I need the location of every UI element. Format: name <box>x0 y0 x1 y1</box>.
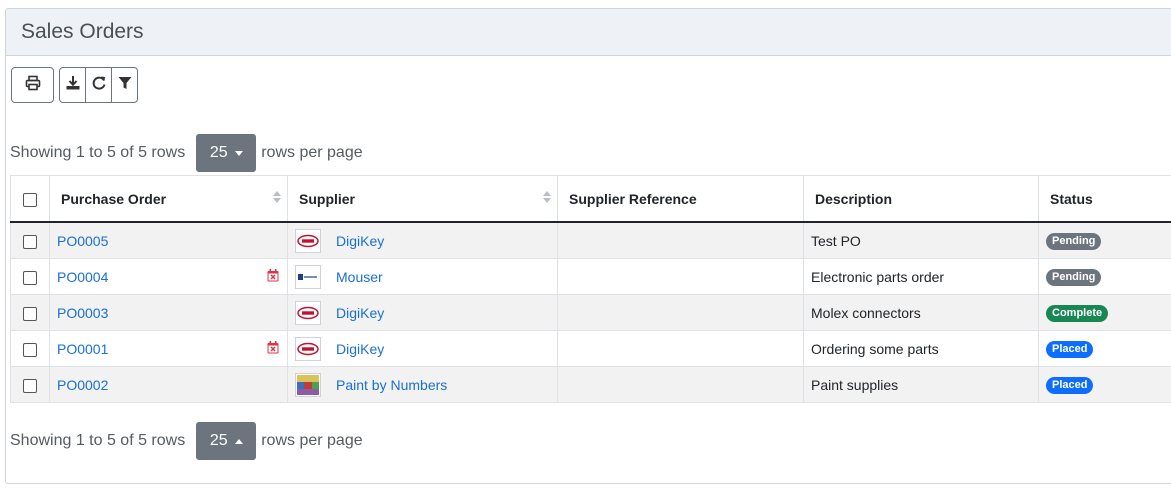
sort-icon <box>543 191 551 203</box>
overdue-calendar-icon <box>267 341 279 357</box>
print-icon <box>25 75 41 96</box>
supplier-link[interactable]: Mouser <box>336 269 383 285</box>
page-size-dropdown[interactable]: 25 <box>196 422 257 460</box>
row-checkbox[interactable] <box>23 306 37 321</box>
column-header-status[interactable]: Status <box>1038 175 1171 223</box>
column-header-description[interactable]: Description <box>803 175 1039 223</box>
supplier-logo-icon <box>295 336 321 361</box>
filter-button[interactable] <box>112 68 137 102</box>
supplier-cell: Paint by Numbers <box>287 366 558 403</box>
pagination-bottom: Showing 1 to 5 of 5 rows 25 rows per pag… <box>10 422 363 460</box>
status-cell: Placed <box>1038 366 1171 403</box>
purchase-order-link[interactable]: PO0002 <box>57 377 108 393</box>
description-cell: Electronic parts order <box>803 258 1039 295</box>
table-row[interactable]: PO0004 Mouser Electronic parts order Pen… <box>10 258 1171 295</box>
rows-per-page-label: rows per page <box>261 432 363 449</box>
supplier-cell: DigiKey <box>287 221 558 259</box>
description-cell: Molex connectors <box>803 294 1039 331</box>
download-button[interactable] <box>60 68 86 102</box>
supplier-logo-icon <box>295 300 321 325</box>
table-header-row: Purchase Order Supplier Supplier Referen… <box>10 175 1171 223</box>
supplier-link[interactable]: DigiKey <box>336 341 384 357</box>
row-checkbox-cell[interactable] <box>10 221 50 259</box>
overdue-calendar-icon <box>267 269 279 285</box>
status-badge: Complete <box>1046 305 1109 322</box>
row-checkbox-cell[interactable] <box>10 294 50 331</box>
supplier-reference-cell <box>557 294 804 331</box>
page-size-value: 25 <box>209 144 228 161</box>
purchase-order-link[interactable]: PO0003 <box>57 305 108 321</box>
table-row[interactable]: PO0002 Paint by Numbers Paint supplies P… <box>10 366 1171 403</box>
caret-down-icon <box>234 150 243 156</box>
status-cell: Pending <box>1038 221 1171 259</box>
column-header-purchase-order[interactable]: Purchase Order <box>49 175 288 223</box>
row-checkbox-cell[interactable] <box>10 330 50 367</box>
page-size-value: 25 <box>209 432 228 449</box>
filter-icon <box>117 75 133 96</box>
column-header-supplier-reference[interactable]: Supplier Reference <box>557 175 804 223</box>
supplier-reference-cell <box>557 366 804 403</box>
description-cell: Test PO <box>803 221 1039 259</box>
rows-per-page-label: rows per page <box>261 144 363 161</box>
supplier-logo-icon <box>295 264 321 289</box>
purchase-order-link[interactable]: PO0005 <box>57 233 108 249</box>
refresh-button[interactable] <box>86 68 112 102</box>
row-checkbox[interactable] <box>23 342 37 357</box>
status-badge: Placed <box>1046 341 1094 358</box>
status-cell: Complete <box>1038 294 1171 331</box>
row-checkbox[interactable] <box>23 378 37 393</box>
supplier-logo-icon <box>295 372 321 397</box>
sort-icon <box>273 191 281 203</box>
column-header-supplier[interactable]: Supplier <box>287 175 558 223</box>
description-cell: Ordering some parts <box>803 330 1039 367</box>
purchase-order-cell: PO0004 <box>49 258 288 295</box>
supplier-cell: DigiKey <box>287 330 558 367</box>
page-size-dropdown[interactable]: 25 <box>196 134 257 172</box>
purchase-orders-table: Purchase Order Supplier Supplier Referen… <box>10 175 1171 403</box>
rows-summary: Showing 1 to 5 of 5 rows <box>10 432 186 449</box>
purchase-order-link[interactable]: PO0001 <box>57 341 108 357</box>
row-checkbox-cell[interactable] <box>10 258 50 295</box>
select-all-checkbox-cell[interactable] <box>10 175 50 223</box>
table-row[interactable]: PO0005 DigiKey Test PO Pending <box>10 221 1171 259</box>
status-badge: Placed <box>1046 377 1094 394</box>
row-checkbox[interactable] <box>23 270 37 285</box>
purchase-order-cell: PO0005 <box>49 221 288 259</box>
status-badge: Pending <box>1046 233 1102 250</box>
supplier-logo-icon <box>295 228 321 253</box>
purchase-order-cell: PO0002 <box>49 366 288 403</box>
page-title: Sales Orders <box>21 20 144 43</box>
purchase-order-cell: PO0001 <box>49 330 288 367</box>
rows-summary: Showing 1 to 5 of 5 rows <box>10 144 186 161</box>
supplier-cell: Mouser <box>287 258 558 295</box>
table-row[interactable]: PO0003 DigiKey Molex connectors Complete <box>10 294 1171 331</box>
table-toolbar <box>11 67 138 103</box>
export-refresh-filter-group <box>59 67 138 103</box>
table-row[interactable]: PO0001 DigiKey Ordering some parts Place… <box>10 330 1171 367</box>
status-cell: Pending <box>1038 258 1171 295</box>
row-checkbox-cell[interactable] <box>10 366 50 403</box>
row-checkbox[interactable] <box>23 234 37 249</box>
status-cell: Placed <box>1038 330 1171 367</box>
download-icon <box>65 75 81 96</box>
supplier-link[interactable]: DigiKey <box>336 233 384 249</box>
print-button[interactable] <box>11 67 54 103</box>
refresh-icon <box>91 75 107 96</box>
pagination-top: Showing 1 to 5 of 5 rows 25 rows per pag… <box>10 134 363 172</box>
caret-up-icon <box>234 438 243 444</box>
panel-header: Sales Orders <box>6 9 1171 56</box>
supplier-link[interactable]: Paint by Numbers <box>336 377 447 393</box>
supplier-link[interactable]: DigiKey <box>336 305 384 321</box>
supplier-reference-cell <box>557 221 804 259</box>
supplier-reference-cell <box>557 258 804 295</box>
purchase-order-link[interactable]: PO0004 <box>57 269 108 285</box>
supplier-reference-cell <box>557 330 804 367</box>
supplier-cell: DigiKey <box>287 294 558 331</box>
purchase-order-cell: PO0003 <box>49 294 288 331</box>
status-badge: Pending <box>1046 269 1102 286</box>
select-all-checkbox[interactable] <box>23 192 37 207</box>
description-cell: Paint supplies <box>803 366 1039 403</box>
